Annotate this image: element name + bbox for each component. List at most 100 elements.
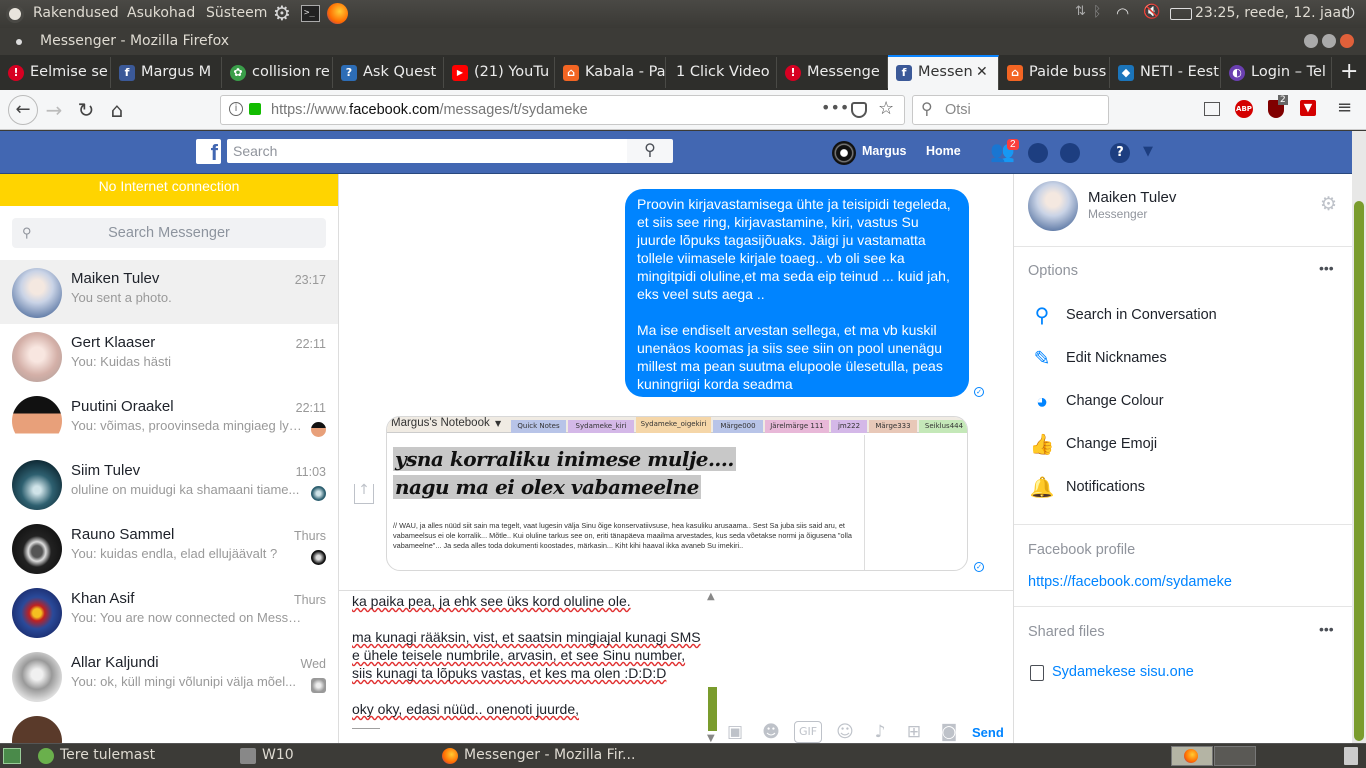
taskbar-item-active[interactable]: Messenger - Mozilla Fir... [442,747,635,767]
adblock-icon[interactable]: ABP [1235,100,1253,118]
home-icon[interactable]: ⌂ [103,96,131,124]
facebook-logo-icon[interactable]: f [196,139,221,165]
account-menu-caret-icon[interactable]: ▼ [1143,144,1153,159]
fb-search-button[interactable]: ⚲ [627,139,673,163]
menu-asukohad[interactable]: Asukohad [127,5,195,21]
volume-muted-icon[interactable]: 🔇 [1143,4,1161,22]
tab-4[interactable]: ▶ (21) YouTu [444,57,555,88]
composer-textarea[interactable]: ka paika pea, ja ehk see üks kord olulin… [352,591,712,741]
settings-gear-icon[interactable]: ⚙ [1320,193,1337,216]
close-button[interactable] [1340,34,1354,48]
notifications-globe-icon[interactable] [1060,143,1080,163]
reload-icon[interactable]: ↻ [72,96,100,124]
tab-3[interactable]: ? Ask Quest [333,57,444,88]
emoji-icon[interactable]: ☺ [834,721,856,743]
bookmark-star-icon[interactable]: ☆ [878,98,894,119]
option-search-in-conversation[interactable]: ⚲ Search in Conversation [1028,298,1348,334]
tab-7[interactable]: ! Messenge [777,57,888,88]
trash-icon[interactable] [1344,747,1358,765]
conversation-item[interactable]: Allar Kaljundi Wed You: ok, küll mingi v… [0,644,338,708]
fb-search-input[interactable]: Search [227,139,627,163]
messenger-search-input[interactable]: ⚲ Search Messenger [12,218,326,248]
tab-1[interactable]: f Margus M [111,57,222,88]
tab-0[interactable]: ! Eelmise se [0,57,111,88]
contact-name[interactable]: Maiken Tulev [1088,189,1176,206]
conversation-item[interactable]: Maiken Tulev 23:17 You sent a photo. [0,260,338,324]
show-desktop-icon[interactable] [3,748,21,764]
help-icon[interactable]: ? [1110,143,1130,163]
microphone-icon[interactable]: ♪ [869,721,891,743]
user-avatar[interactable] [832,141,856,165]
bluetooth-icon[interactable]: ᛒ [1093,4,1111,22]
power-icon[interactable]: ⏻ [1342,3,1360,22]
messenger-icon[interactable] [1028,143,1048,163]
conversation-item[interactable]: Siim Tulev 11:03 oluline on muidugi ka s… [0,452,338,516]
share-icon[interactable]: ↑ [354,483,374,504]
taskbar-item[interactable]: W10 [240,747,294,767]
outgoing-message-bubble[interactable]: Proovin kirjavastamisega ühte ja teisipi… [625,189,969,397]
composer-scroll-up-icon[interactable]: ▲ [707,591,715,602]
settings-gear-icon[interactable]: ⚙ [273,3,291,23]
forward-arrow-icon[interactable]: → [40,96,68,124]
conversation-item-partial[interactable] [0,708,338,743]
pocket-icon[interactable] [851,102,867,118]
facebook-profile-link[interactable]: https://facebook.com/sydameke [1028,574,1232,590]
search-bar[interactable]: ⚲ Otsi [912,95,1109,125]
option-edit-nicknames[interactable]: ✎ Edit Nicknames [1028,341,1348,377]
tab-9[interactable]: ⌂ Paide buss [999,57,1110,88]
options-more-icon[interactable]: ••• [1319,260,1334,276]
contact-avatar[interactable] [1028,181,1078,231]
conversation-item[interactable]: Puutini Oraakel 22:11 You: võimas, proov… [0,388,338,452]
firefox-launcher-icon[interactable] [327,3,348,24]
camera-icon[interactable]: ◙ [938,721,960,743]
ubuntu-logo-icon[interactable] [6,5,24,23]
option-notifications[interactable]: 🔔 Notifications [1028,470,1348,506]
tab-10[interactable]: ◆ NETI - Eest [1110,57,1221,88]
workspace-2[interactable] [1214,746,1256,766]
user-name-link[interactable]: Margus [862,144,906,158]
send-button[interactable]: Send [972,725,1004,740]
tab-11[interactable]: ◐ Login – Tel [1221,57,1332,88]
home-link[interactable]: Home [926,144,961,158]
option-change-emoji[interactable]: 👍 Change Emoji [1028,427,1348,463]
shared-files-more-icon[interactable]: ••• [1319,621,1334,637]
shared-file-link[interactable]: Sydamekese sisu.one [1052,664,1194,680]
game-controller-icon[interactable]: ⊞ [903,721,925,743]
message-composer[interactable]: ka paika pea, ja ehk see üks kord olulin… [339,590,1013,743]
menu-susteem[interactable]: Süsteem [206,5,267,21]
tab-5[interactable]: ⌂ Kabala - Pa [555,57,666,88]
sticker-icon[interactable]: ☻ [760,721,782,743]
url-text[interactable]: https://www.facebook.com/messages/t/syda… [271,102,588,118]
clock[interactable]: 23:25, reede, 12. jaan [1195,5,1350,21]
page-actions-icon[interactable]: ••• [821,98,849,117]
download-icon[interactable]: ▼ [1300,100,1316,116]
composer-scrollbar-thumb[interactable] [708,687,717,731]
lock-icon[interactable] [249,103,261,115]
new-tab-plus-icon[interactable]: + [1340,59,1358,84]
wifi-icon[interactable]: ◠ [1116,4,1134,22]
maximize-button[interactable] [1322,34,1336,48]
gif-icon[interactable]: GIF [794,721,822,743]
minimize-button[interactable] [1304,34,1318,48]
option-change-colour[interactable]: ◕ Change Colour [1028,384,1348,420]
tab-2[interactable]: ✿ collision re [222,57,333,88]
taskbar-item[interactable]: Tere tulemast [38,747,155,767]
tab-8-active[interactable]: f Messen ✕ [888,55,999,90]
conversation-item[interactable]: Khan Asif Thurs You: You are now connect… [0,580,338,644]
battery-icon[interactable] [1170,8,1192,20]
url-bar[interactable]: i https://www.facebook.com/messages/t/sy… [220,95,905,125]
reader-sidebar-icon[interactable] [1204,102,1220,116]
back-arrow-icon[interactable]: ← [8,95,38,125]
info-icon[interactable]: i [229,102,243,116]
tab-close-icon[interactable]: ✕ [976,64,988,80]
hamburger-menu-icon[interactable]: ≡ [1337,97,1352,118]
network-up-down-icon[interactable]: ⇅ [1075,4,1093,22]
window-menu-icon[interactable] [16,39,22,45]
scrollbar-thumb[interactable] [1354,201,1364,741]
composer-scroll-down-icon[interactable]: ▼ [707,733,715,743]
tab-6[interactable]: 1 Click Video [666,57,777,88]
sent-photo-attachment[interactable]: Margus's Notebook ▼ Quick Notes Sydameke… [386,416,968,571]
page-scrollbar[interactable] [1352,131,1366,743]
conversation-item[interactable]: Rauno Sammel Thurs You: kuidas endla, el… [0,516,338,580]
image-upload-icon[interactable]: ▣ [724,721,746,743]
